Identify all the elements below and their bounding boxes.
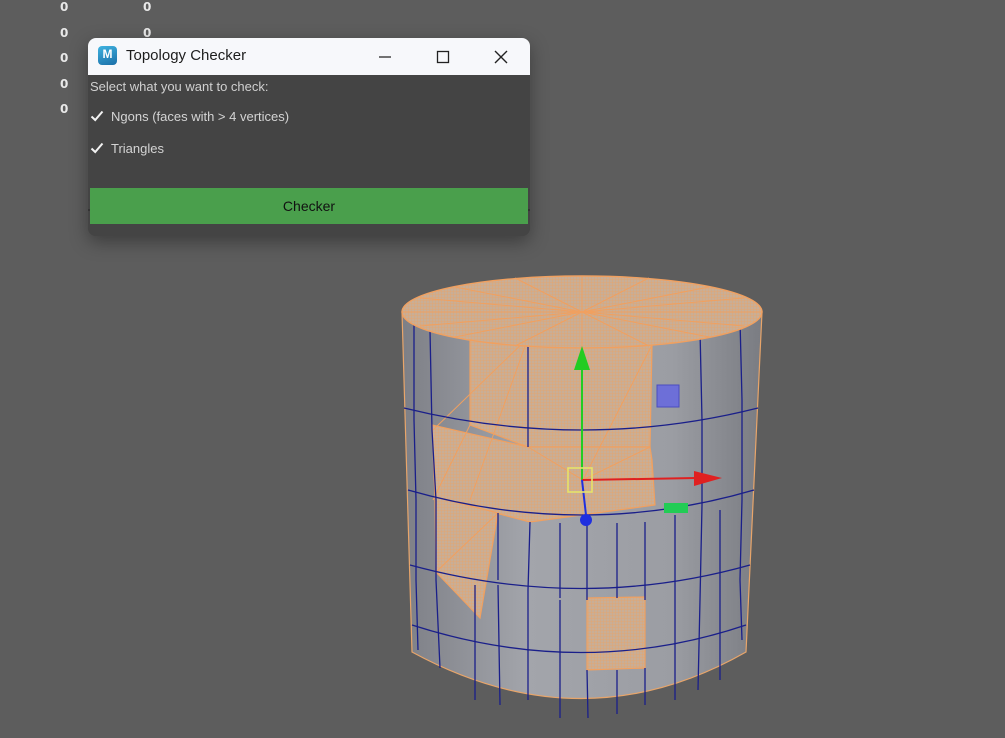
topology-checker-dialog[interactable]: M Topology Checker Select what you want … [88, 38, 530, 236]
checkmark-icon [90, 142, 104, 154]
plane-handle-xz[interactable] [664, 503, 688, 513]
triangles-checkbox[interactable] [90, 141, 104, 155]
plane-handle-xy[interactable] [656, 384, 680, 408]
dialog-titlebar[interactable]: M Topology Checker [88, 38, 530, 75]
triangles-label: Triangles [111, 140, 164, 156]
maya-app-icon: M [98, 46, 117, 65]
check-prompt-label: Select what you want to check: [90, 79, 269, 94]
selected-face[interactable] [469, 337, 653, 448]
close-button[interactable] [472, 38, 530, 75]
dialog-title: Topology Checker [126, 47, 247, 64]
ngons-option[interactable]: Ngons (faces with > 4 vertices) [90, 106, 289, 126]
maximize-icon [436, 50, 450, 63]
selected-face[interactable] [586, 596, 646, 671]
minimize-button[interactable] [356, 38, 414, 75]
checkmark-icon [90, 110, 104, 122]
triangles-option[interactable]: Triangles [90, 138, 164, 158]
close-icon [494, 50, 508, 63]
minimize-icon [379, 55, 391, 58]
z-axis-handle-icon[interactable] [580, 514, 592, 526]
ngons-label: Ngons (faces with > 4 vertices) [111, 108, 290, 124]
ngons-checkbox[interactable] [90, 109, 104, 123]
checker-button[interactable]: Checker [90, 188, 528, 224]
maximize-button[interactable] [414, 38, 472, 75]
maya-viewport[interactable]: 0 0 0 0 0 0 0 M Topology Checker Select … [0, 0, 1005, 738]
cap-spokes [402, 276, 762, 348]
